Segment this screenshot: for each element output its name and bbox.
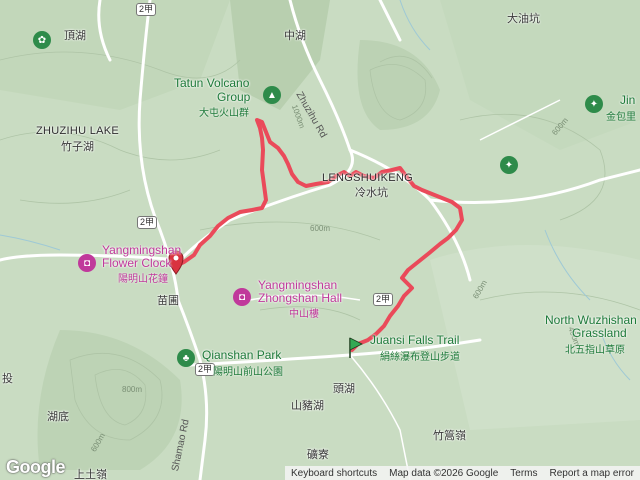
place-label: 頭湖 bbox=[333, 383, 355, 395]
keyboard-shortcuts-link[interactable]: Keyboard shortcuts bbox=[285, 468, 383, 479]
route-shield: 2甲 bbox=[137, 216, 158, 229]
terms-link[interactable]: Terms bbox=[504, 468, 543, 479]
place-label: 礦寮 bbox=[307, 449, 329, 461]
place-label[interactable]: Jin bbox=[620, 94, 635, 107]
place-label: 苗圃 bbox=[157, 295, 179, 307]
route-shield: 2甲 bbox=[136, 3, 157, 16]
flower-icon[interactable]: ✿ bbox=[33, 31, 51, 49]
map-data-attribution: Map data ©2026 Google bbox=[389, 467, 499, 479]
tree-icon[interactable]: ♣ bbox=[177, 349, 195, 367]
place-label: 中湖 bbox=[284, 30, 306, 42]
place-label[interactable]: Qianshan Park bbox=[202, 349, 281, 362]
camera-icon[interactable]: ◘ bbox=[233, 288, 251, 306]
place-label[interactable]: 陽明山前山公園 bbox=[213, 363, 283, 378]
place-label: 投 bbox=[2, 373, 13, 385]
camera-icon[interactable]: ◘ bbox=[78, 254, 96, 272]
place-label[interactable]: Flower Clock bbox=[102, 257, 171, 270]
contour-label: 600m bbox=[310, 224, 331, 233]
place-label[interactable]: Zhongshan Hall bbox=[258, 292, 342, 305]
place-label: 湖底 bbox=[47, 411, 69, 423]
place-label[interactable]: Grassland bbox=[572, 327, 627, 340]
place-label[interactable]: Tatun Volcano bbox=[174, 77, 249, 90]
route-shield: 2甲 bbox=[373, 293, 394, 306]
place-label: 大油坑 bbox=[507, 13, 540, 25]
place-label: 冷水坑 bbox=[355, 187, 388, 199]
place-label: 山豬湖 bbox=[291, 400, 324, 412]
place-label[interactable]: 絹絲瀑布登山步道 bbox=[380, 348, 460, 363]
place-label: 竹子湖 bbox=[61, 141, 94, 153]
map-canvas[interactable]: ▲ ✿ ◘ ◘ ♣ ✦ ✦ 2甲 2甲 2甲 2甲 600m 1000m 600… bbox=[0, 0, 640, 480]
hiker-icon[interactable]: ✦ bbox=[500, 156, 518, 174]
place-label: 頂湖 bbox=[64, 30, 86, 42]
place-label[interactable]: 陽明山花鐘 bbox=[118, 270, 168, 285]
map-footer: Keyboard shortcuts Map data ©2026 Google… bbox=[284, 466, 640, 480]
place-label[interactable]: 大屯火山群 bbox=[199, 104, 249, 119]
area-label: LENGSHUIKENG bbox=[322, 172, 414, 184]
hiker-icon[interactable]: ✦ bbox=[585, 95, 603, 113]
place-label[interactable]: 中山樓 bbox=[289, 305, 319, 320]
place-label[interactable]: 北五指山草原 bbox=[565, 341, 625, 356]
google-logo: Google bbox=[6, 457, 66, 477]
place-label: 上土嶺 bbox=[74, 469, 107, 480]
report-error-link[interactable]: Report a map error bbox=[544, 468, 640, 479]
place-label: 竹篙嶺 bbox=[433, 430, 466, 442]
area-label: ZHUZIHU LAKE bbox=[36, 125, 120, 137]
mountain-icon[interactable]: ▲ bbox=[263, 86, 281, 104]
place-label[interactable]: 金包里 bbox=[606, 108, 636, 123]
route-shield: 2甲 bbox=[195, 363, 216, 376]
contour-label: 800m bbox=[122, 385, 143, 394]
place-label[interactable]: Juansi Falls Trail bbox=[370, 334, 459, 347]
place-label[interactable]: Group bbox=[217, 91, 250, 104]
